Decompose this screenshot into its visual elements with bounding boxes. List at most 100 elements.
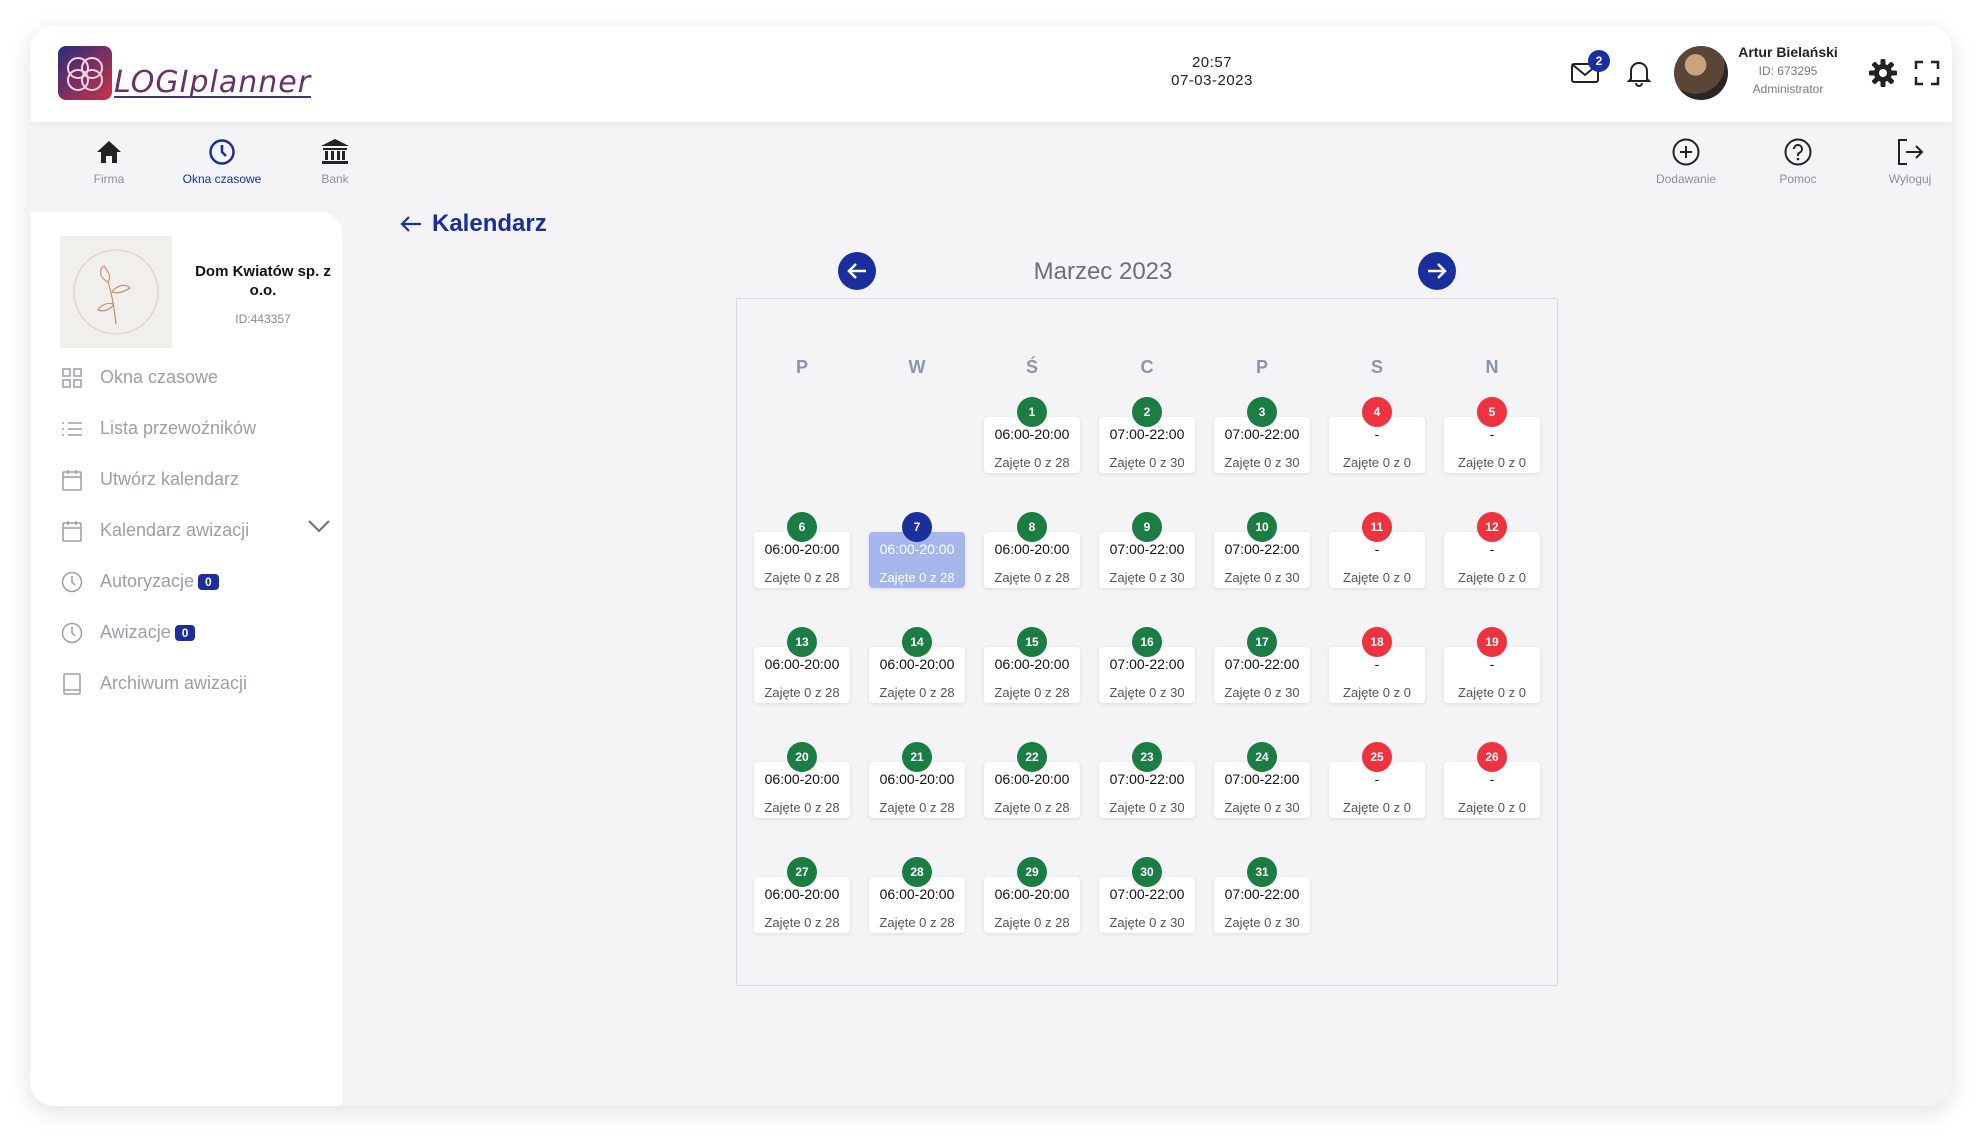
- day-number-badge: 13: [787, 627, 817, 657]
- day-hours: 06:00-20:00: [764, 656, 840, 672]
- day-number-badge: 18: [1362, 627, 1392, 657]
- calendar-day[interactable]: 7 06:00-20:00 Zajęte 0 z 28: [869, 512, 965, 592]
- weekday-header: N: [1485, 357, 1499, 377]
- prev-month-button[interactable]: [838, 252, 876, 290]
- day-hours: 07:00-22:00: [1109, 886, 1185, 902]
- calendar-day[interactable]: 1 06:00-20:00 Zajęte 0 z 28: [984, 397, 1080, 477]
- day-number-badge: 19: [1477, 627, 1507, 657]
- calendar-day[interactable]: 13 06:00-20:00 Zajęte 0 z 28: [754, 627, 850, 707]
- day-occupancy: Zajęte 0 z 28: [879, 685, 955, 700]
- calendar-day[interactable]: 24 07:00-22:00 Zajęte 0 z 30: [1214, 742, 1310, 822]
- calendar-day[interactable]: 5- Zajęte 0 z 0: [1444, 397, 1540, 477]
- top-header: LOGIplanner 20:57 07-03-2023 2 Artur Bie…: [30, 26, 1952, 122]
- notifications-button[interactable]: [1622, 56, 1656, 90]
- calendar-day[interactable]: 30 07:00-22:00 Zajęte 0 z 30: [1099, 857, 1195, 937]
- sidebar-item-okna-czasowe[interactable]: Okna czasowe: [60, 352, 330, 403]
- day-hours: 07:00-22:00: [1224, 426, 1300, 442]
- calendar-day[interactable]: 17 07:00-22:00 Zajęte 0 z 30: [1214, 627, 1310, 707]
- day-occupancy: Zajęte 0 z 30: [1224, 915, 1300, 930]
- day-occupancy: Zajęte 0 z 28: [764, 570, 840, 585]
- calendar-day[interactable]: 4- Zajęte 0 z 0: [1329, 397, 1425, 477]
- clock-icon: [61, 622, 83, 643]
- settings-button[interactable]: [1866, 56, 1900, 90]
- mail-button[interactable]: 2: [1568, 50, 1610, 90]
- calendar-day[interactable]: 21 06:00-20:00 Zajęte 0 z 28: [869, 742, 965, 822]
- day-hours: 06:00-20:00: [994, 771, 1070, 787]
- day-number-badge: 16: [1132, 627, 1162, 657]
- day-number-badge: 3: [1247, 397, 1277, 427]
- day-occupancy: Zajęte 0 z 0: [1458, 685, 1526, 700]
- day-hours: 06:00-20:00: [994, 426, 1070, 442]
- sidebar-item-awizacje[interactable]: Awizacje 0: [60, 607, 330, 658]
- day-occupancy: Zajęte 0 z 30: [1109, 800, 1185, 815]
- calendar-day[interactable]: 11- Zajęte 0 z 0: [1329, 512, 1425, 592]
- calendar-day[interactable]: 20 06:00-20:00 Zajęte 0 z 28: [754, 742, 850, 822]
- day-hours: 07:00-22:00: [1109, 426, 1185, 442]
- sidebar-item-label: Okna czasowe: [100, 367, 219, 387]
- list-icon: [62, 421, 82, 436]
- topnav-wyloguj[interactable]: Wyloguj: [1855, 134, 1952, 186]
- sidebar-item-lista-przewoznikow[interactable]: Lista przewoźników: [60, 403, 330, 454]
- app-window: LOGIplanner 20:57 07-03-2023 2 Artur Bie…: [30, 26, 1952, 1106]
- topnav-firma[interactable]: Firma: [54, 134, 164, 186]
- day-number-badge: 8: [1017, 512, 1047, 542]
- day-hours: 06:00-20:00: [879, 656, 955, 672]
- calendar-day[interactable]: 2 07:00-22:00 Zajęte 0 z 30: [1099, 397, 1195, 477]
- topnav-bank[interactable]: Bank: [280, 134, 390, 186]
- calendar-day[interactable]: 14 06:00-20:00 Zajęte 0 z 28: [869, 627, 965, 707]
- day-number-badge: 9: [1132, 512, 1162, 542]
- day-occupancy: Zajęte 0 z 28: [879, 915, 955, 930]
- calendar-day[interactable]: 15 06:00-20:00 Zajęte 0 z 28: [984, 627, 1080, 707]
- back-button[interactable]: [400, 215, 422, 233]
- calendar-day[interactable]: 12- Zajęte 0 z 0: [1444, 512, 1540, 592]
- calendar-day[interactable]: 19- Zajęte 0 z 0: [1444, 627, 1540, 707]
- day-hours: 07:00-22:00: [1224, 541, 1300, 557]
- calendar-day[interactable]: 16 07:00-22:00 Zajęte 0 z 30: [1099, 627, 1195, 707]
- day-hours: 07:00-22:00: [1224, 771, 1300, 787]
- avatar[interactable]: [1674, 46, 1728, 100]
- day-hours: -: [1489, 541, 1495, 557]
- next-month-button[interactable]: [1418, 252, 1456, 290]
- calendar-day[interactable]: 18- Zajęte 0 z 0: [1329, 627, 1425, 707]
- topnav-okna-czasowe[interactable]: Okna czasowe: [167, 134, 277, 186]
- topnav-pomoc[interactable]: Pomoc: [1743, 134, 1853, 186]
- day-occupancy: Zajęte 0 z 30: [1109, 455, 1185, 470]
- day-hours: 07:00-22:00: [1224, 886, 1300, 902]
- calendar-day[interactable]: 9 07:00-22:00 Zajęte 0 z 30: [1099, 512, 1195, 592]
- chevron-down-icon[interactable]: [308, 519, 330, 533]
- calendar-day[interactable]: 6 06:00-20:00 Zajęte 0 z 28: [754, 512, 850, 592]
- weekday-header: S: [1370, 357, 1383, 377]
- sidebar-item-archiwum-awizacji[interactable]: Archiwum awizacji: [60, 658, 330, 709]
- logo-text: LOGIplanner: [114, 65, 312, 100]
- sidebar-item-autoryzacje[interactable]: Autoryzacje 0: [60, 556, 330, 607]
- user-info[interactable]: Artur Bielański ID: 673295 Administrator: [1732, 44, 1844, 97]
- topnav-firma-label: Firma: [93, 172, 125, 186]
- calendar-day[interactable]: 22 06:00-20:00 Zajęte 0 z 28: [984, 742, 1080, 822]
- calendar-day[interactable]: 26- Zajęte 0 z 0: [1444, 742, 1540, 822]
- calendar-day[interactable]: 28 06:00-20:00 Zajęte 0 z 28: [869, 857, 965, 937]
- calendar-day[interactable]: 3 07:00-22:00 Zajęte 0 z 30: [1214, 397, 1310, 477]
- topnav-dodawanie[interactable]: Dodawanie: [1631, 134, 1741, 186]
- calendar-day[interactable]: 23 07:00-22:00 Zajęte 0 z 30: [1099, 742, 1195, 822]
- mail-count-badge: 2: [1588, 50, 1610, 72]
- day-hours: 06:00-20:00: [764, 886, 840, 902]
- fullscreen-button[interactable]: [1910, 56, 1944, 90]
- calendar-day[interactable]: 8 06:00-20:00 Zajęte 0 z 28: [984, 512, 1080, 592]
- logout-icon: [1898, 139, 1924, 165]
- sidebar-item-kalendarz-awizacji[interactable]: Kalendarz awizacji: [60, 505, 330, 556]
- day-number-badge: 24: [1247, 742, 1277, 772]
- sidebar: Dom Kwiatów sp. z o.o. ID:443357 Okna cz…: [30, 212, 342, 1106]
- calendar-day[interactable]: 27 06:00-20:00 Zajęte 0 z 28: [754, 857, 850, 937]
- day-number-badge: 29: [1017, 857, 1047, 887]
- day-occupancy: Zajęte 0 z 30: [1109, 570, 1185, 585]
- header-clock: 20:57 07-03-2023: [1142, 54, 1282, 90]
- logiplanner-logo[interactable]: LOGIplanner: [58, 46, 312, 100]
- sidebar-item-utworz-kalendarz[interactable]: Utwórz kalendarz: [60, 454, 330, 505]
- day-number-badge: 21: [902, 742, 932, 772]
- calendar-day[interactable]: 10 07:00-22:00 Zajęte 0 z 30: [1214, 512, 1310, 592]
- day-hours: 07:00-22:00: [1109, 771, 1185, 787]
- calendar-day[interactable]: 31 07:00-22:00 Zajęte 0 z 30: [1214, 857, 1310, 937]
- clock-icon: [61, 571, 83, 592]
- calendar-day[interactable]: 29 06:00-20:00 Zajęte 0 z 28: [984, 857, 1080, 937]
- calendar-day[interactable]: 25- Zajęte 0 z 0: [1329, 742, 1425, 822]
